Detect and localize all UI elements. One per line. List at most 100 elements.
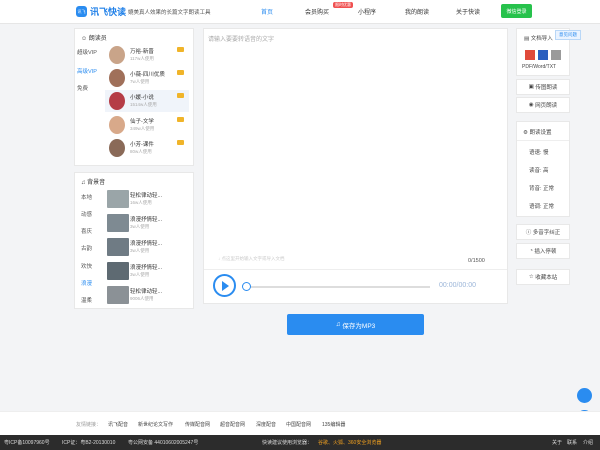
doc-import-label: ▤ 文档导入: [524, 36, 553, 42]
nav-about[interactable]: 关于快读: [456, 7, 480, 16]
bgm-title: ♫ 背景音: [81, 180, 106, 186]
avatar: [109, 69, 125, 87]
image-read-button[interactable]: ▣ 传图朗读: [516, 79, 570, 95]
nav-my-readings[interactable]: 我的朗读: [405, 7, 429, 16]
bgm-thumbnail: [107, 190, 129, 208]
editor-placeholder: 请输入要要转语音的文字: [208, 37, 275, 43]
logo-badge-icon: 讯飞: [76, 6, 87, 17]
icp-license: ICP证：粤B2-20130010: [62, 440, 116, 446]
avatar: [109, 139, 125, 157]
settings-title: ⚙ 朗读设置: [523, 130, 552, 136]
friend-link[interactable]: 深度配音: [256, 421, 276, 428]
footer-about[interactable]: 关于: [552, 439, 562, 446]
nav-mini-program[interactable]: 小程序: [358, 7, 376, 16]
reading-settings-box: ⚙ 朗读设置 语速: 慢 读音: 高 背音: 正常 语调: 正常: [516, 121, 570, 217]
text-editor[interactable]: 请输入要要转语音的文字 ↓ 点这里开始输入文字或导入文档 0/1500 00:0…: [203, 28, 508, 304]
crown-icon: [177, 140, 184, 145]
crown-icon: [177, 70, 184, 75]
reader-item[interactable]: 小薇-四川优质 7w人使用: [105, 67, 189, 89]
avatar: [109, 92, 125, 110]
nav-membership[interactable]: 会员购买: [305, 7, 329, 16]
bgm-count: 16w人使用: [130, 200, 152, 205]
progress-track[interactable]: [244, 286, 430, 288]
editor-hint: ↓ 点这里开始输入文字或导入文档: [218, 256, 285, 261]
player-divider: [204, 269, 507, 270]
tab-romantic[interactable]: 浪漫: [81, 279, 92, 287]
reader-item[interactable]: 仙子-文学 349w人使用: [105, 114, 189, 136]
tab-cheerful[interactable]: 欢快: [81, 262, 92, 270]
bgm-name: 轻松律动轻...: [130, 289, 163, 295]
playback-time: 00:00/00:00: [439, 282, 476, 289]
bgm-count: 3w人使用: [130, 248, 150, 253]
police-record[interactable]: 粤公网安备 44010602005247号: [128, 439, 198, 446]
bookmark-site-button[interactable]: ☆ 收藏本站: [516, 269, 570, 285]
bgm-item[interactable]: 浪漫抒情轻... 3w人使用: [105, 212, 189, 236]
word-count: 0/1500: [468, 258, 485, 264]
crown-icon: [177, 117, 184, 122]
bgm-item[interactable]: 浪漫抒情轻... 3w人使用: [105, 236, 189, 260]
browser-tip: 快读建议使用浏览器：: [262, 440, 313, 446]
polyphone-correct-button[interactable]: ⓘ 多音字纠正: [516, 224, 570, 240]
friend-link[interactable]: 传媒配音网: [185, 421, 210, 428]
friend-link[interactable]: 135编辑器: [322, 421, 345, 428]
slogan: 媲美真人效果的长篇文字朗读工具: [128, 10, 211, 16]
bgm-thumbnail: [107, 262, 129, 280]
hot-badge: 限时优惠: [333, 2, 353, 8]
friend-link[interactable]: 新世纪论文写作: [138, 421, 173, 428]
chat-icon[interactable]: [577, 388, 592, 403]
insert-pause-button[interactable]: ◔ 插入停顿: [516, 243, 570, 259]
readers-panel: ☺ 朗读员 超级VIP 高级VIP 免费 万裕-新晋 117w人使用 小薇-四川…: [74, 28, 194, 166]
feedback-button[interactable]: 意见问题: [555, 30, 581, 40]
bgm-thumbnail: [107, 238, 129, 256]
play-button[interactable]: [213, 274, 236, 297]
friend-links-bar: 友情链接： 讯飞配音 新世纪论文写作 传媒配音网 超音配音网 深度配音 中国配音…: [0, 411, 600, 435]
bottom-bar: 粤ICP备10097960号 ICP证：粤B2-20130010 粤公网安备 4…: [0, 435, 600, 450]
setting-speed[interactable]: 语速: 慢: [529, 148, 549, 156]
nav-home[interactable]: 首页: [261, 7, 273, 16]
bgm-name: 轻松律动轻...: [130, 193, 163, 199]
setting-pitch[interactable]: 读音: 高: [529, 166, 549, 174]
footer-intro[interactable]: 介绍: [583, 439, 593, 446]
crown-icon: [177, 93, 184, 98]
crown-icon: [177, 47, 184, 52]
tab-super-vip[interactable]: 超级VIP: [77, 48, 97, 56]
wechat-login-button[interactable]: 微信登录: [501, 4, 532, 18]
reader-count: 349w人使用: [130, 126, 155, 131]
bgm-count: 3w人使用: [130, 224, 150, 229]
bgm-item[interactable]: 轻松律动轻... 9006人使用: [105, 284, 189, 308]
tab-gentle[interactable]: 温柔: [81, 296, 92, 304]
tab-local[interactable]: 本地: [81, 193, 92, 201]
footer-contact[interactable]: 联系: [567, 439, 577, 446]
tab-ancient[interactable]: 古韵: [81, 244, 92, 252]
bgm-item[interactable]: 浪漫抒情轻... 3w人使用: [105, 260, 189, 284]
tab-festive[interactable]: 喜庆: [81, 227, 92, 235]
friend-link[interactable]: 超音配音网: [220, 421, 245, 428]
reader-name: 小芳-课件: [130, 142, 154, 148]
progress-knob[interactable]: [242, 282, 251, 291]
bgm-item[interactable]: 轻松律动轻... 16w人使用: [105, 188, 189, 212]
web-read-button[interactable]: ◉ 网页朗读: [516, 97, 570, 113]
bgm-count: 9006人使用: [130, 296, 154, 301]
setting-tone[interactable]: 语调: 正常: [529, 202, 554, 210]
pdf-icon: [525, 50, 535, 60]
reader-item[interactable]: 小芳-课件 80w人使用: [105, 137, 189, 159]
bgm-thumbnail: [107, 214, 129, 232]
bgm-name: 浪漫抒情轻...: [130, 241, 163, 247]
avatar: [109, 116, 125, 134]
save-mp3-button[interactable]: ♫ 保存为MP3: [287, 314, 424, 335]
reader-count: 117w人使用: [130, 56, 154, 61]
reader-name: 万裕-新晋: [130, 49, 154, 55]
tab-senior-vip[interactable]: 高级VIP: [77, 67, 97, 75]
reader-item[interactable]: 万裕-新晋 117w人使用: [105, 44, 189, 66]
bgm-count: 3w人使用: [130, 272, 150, 277]
icp-number[interactable]: 粤ICP备10097960号: [4, 439, 50, 446]
tab-dynamic[interactable]: 动感: [81, 210, 92, 218]
logo[interactable]: 讯飞 讯飞快读: [76, 5, 126, 18]
reader-item-selected[interactable]: 小媛-小说 1514w人使用: [105, 90, 189, 112]
setting-bgm-volume[interactable]: 背音: 正常: [529, 184, 554, 192]
reader-name: 小媛-小说: [130, 95, 154, 101]
friend-link[interactable]: 讯飞配音: [108, 421, 128, 428]
bgm-thumbnail: [107, 286, 129, 304]
friend-link[interactable]: 中国配音网: [286, 421, 311, 428]
tab-free[interactable]: 免费: [77, 84, 88, 92]
